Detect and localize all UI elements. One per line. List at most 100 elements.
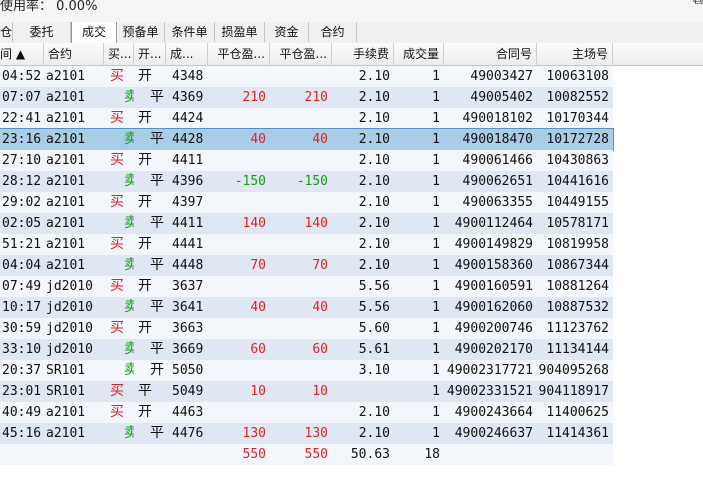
close-pnl-float-cell xyxy=(270,318,332,339)
fee-cell: 2.10 xyxy=(358,90,390,105)
time-cell: 04:04 xyxy=(2,258,42,273)
price-cell: 5050 xyxy=(172,363,204,378)
total-close-pnl-float: 550 xyxy=(304,447,328,462)
tab-contracts[interactable]: 合约 xyxy=(309,22,357,42)
time-cell: 10:17 xyxy=(2,300,42,315)
volume-cell: 1 xyxy=(432,111,440,126)
col-fee-header[interactable]: 手续费 xyxy=(332,43,394,65)
open-close-cell: 平 xyxy=(150,257,164,273)
time-cell: 02:05 xyxy=(2,216,42,231)
price-cell: 4476 xyxy=(172,426,204,441)
open-close-cell: 开 xyxy=(138,68,152,84)
table-row[interactable]: 04:52 a2101 买开 4348 2.10 1 49003427 10063108 xyxy=(0,66,703,87)
price-cell: 4411 xyxy=(172,216,204,231)
volume-cell: 1 xyxy=(432,258,440,273)
close-pnl-float-cell: 130 xyxy=(304,426,328,441)
price-cell: 4448 xyxy=(172,258,204,273)
tab-funds[interactable]: 资金 xyxy=(265,22,309,42)
open-close-cell: 开 xyxy=(138,152,152,168)
table-row[interactable]: 23:01 SR101 买平 5049 10 10 1 49002331521 90411891… xyxy=(0,381,703,402)
table-row[interactable]: 07:49 jd2010 买开 3637 5.56 1 4900160591 10881264 xyxy=(0,276,703,297)
close-pnl-float-cell: 70 xyxy=(312,258,328,273)
order-no-cell: 4900160591 xyxy=(454,279,533,294)
contract-cell: jd2010 xyxy=(46,300,93,315)
sell-cell: 卖 xyxy=(124,89,134,105)
col-pnl1-header[interactable]: 平仓盈... xyxy=(208,43,270,65)
close-pnl-cell xyxy=(208,66,270,87)
volume-cell: 1 xyxy=(432,426,440,441)
order-no-cell: 49003427 xyxy=(470,69,533,84)
table-row[interactable]: 33:10 jd2010 卖平 3669 60 60 5.61 1 4900202170 1113… xyxy=(0,339,703,360)
close-pnl-float-cell: -150 xyxy=(296,174,328,189)
close-pnl-float-cell: 40 xyxy=(312,132,328,147)
table-row[interactable]: 02:05 a2101 卖平 4411 140 140 2.10 1 4900112464 105… xyxy=(0,213,703,234)
table-row[interactable]: 27:10 a2101 买开 4411 2.10 1 490061466 10430863 xyxy=(0,150,703,171)
total-volume: 18 xyxy=(424,447,440,462)
order-no-cell: 490061466 xyxy=(462,153,533,168)
time-cell: 33:10 xyxy=(2,342,42,357)
trade-no-cell: 10578171 xyxy=(546,216,609,231)
tab-stop-orders[interactable]: 损盈单 xyxy=(215,22,265,42)
table-row[interactable]: 29:02 a2101 买开 4397 2.10 1 490063355 10449155 xyxy=(0,192,703,213)
table-row[interactable]: 20:37 SR101 卖开 5050 3.10 1 49002317721 90409526… xyxy=(0,360,703,381)
price-cell: 4428 xyxy=(172,132,204,147)
col-order-no-header[interactable]: 合同号 xyxy=(444,43,537,65)
open-close-cell: 开 xyxy=(138,236,152,252)
volume-cell: 1 xyxy=(432,342,440,357)
trade-no-cell: 10881264 xyxy=(546,279,609,294)
tab-prepared-orders[interactable]: 预备单 xyxy=(117,22,165,42)
close-pnl-float-cell xyxy=(270,276,332,297)
trade-no-cell: 10063108 xyxy=(546,69,609,84)
order-no-cell: 49002317721 xyxy=(446,363,533,378)
fee-cell: 2.10 xyxy=(358,153,390,168)
order-no-cell: 4900149829 xyxy=(454,237,533,252)
restore-window-icon[interactable]: ⧉ xyxy=(693,0,703,8)
close-pnl-float-cell xyxy=(270,150,332,171)
price-cell: 4424 xyxy=(172,111,204,126)
sell-cell xyxy=(104,108,134,129)
table-row[interactable]: 45:16 a2101 卖平 4476 130 130 2.10 1 4900246637 114… xyxy=(0,423,703,444)
table-row[interactable]: 40:49 a2101 买开 4463 2.10 1 4900243664 11400625 xyxy=(0,402,703,423)
col-contract-header[interactable]: 合约 xyxy=(44,43,104,65)
trade-no-cell: 10172728 xyxy=(546,132,609,147)
tab-trades[interactable]: 成交 xyxy=(71,22,117,43)
table-row[interactable]: 07:07 a2101 卖平 4369 210 210 2.10 1 49005402 10082… xyxy=(0,87,703,108)
open-close-cell: 平 xyxy=(138,383,152,399)
trade-no-cell: 10082552 xyxy=(546,90,609,105)
sell-cell xyxy=(104,276,134,297)
close-pnl-cell: 130 xyxy=(242,426,266,441)
time-cell: 07:49 xyxy=(2,279,42,294)
order-no-cell: 4900200746 xyxy=(454,321,533,336)
contract-cell: a2101 xyxy=(46,237,86,252)
sell-cell: 卖 xyxy=(124,299,134,315)
tab-orders[interactable]: 委托 xyxy=(13,22,71,42)
table-row[interactable]: 10:17 jd2010 卖平 3641 40 40 5.56 1 4900162060 1088… xyxy=(0,297,703,318)
close-pnl-cell xyxy=(208,276,270,297)
col-trade-no-header[interactable]: 主场号 xyxy=(537,43,613,65)
col-buysell-header[interactable]: 买... xyxy=(104,43,134,65)
volume-cell: 1 xyxy=(432,90,440,105)
table-row[interactable]: 23:16 a2101 卖平 4428 40 40 2.10 1 490018470 101727… xyxy=(0,128,703,151)
col-time-header[interactable]: 间 ▲ xyxy=(0,43,44,65)
tab-bar: 仓 委托 成交 预备单 条件单 损盈单 资金 合约 xyxy=(0,22,703,44)
trade-no-cell: 11123762 xyxy=(546,321,609,336)
time-cell: 22:41 xyxy=(2,111,42,126)
close-pnl-float-cell xyxy=(270,234,332,255)
sell-cell: 卖 xyxy=(124,341,134,357)
col-price-header[interactable]: 成... xyxy=(166,43,208,65)
table-row[interactable]: 22:41 a2101 买开 4424 2.10 1 490018102 10170344 xyxy=(0,108,703,129)
fee-cell: 2.10 xyxy=(358,195,390,210)
fee-cell: 2.10 xyxy=(358,405,390,420)
tab-positions[interactable]: 仓 xyxy=(0,22,13,42)
table-row[interactable]: 04:04 a2101 卖平 4448 70 70 2.10 1 4900158360 10867… xyxy=(0,255,703,276)
open-close-cell: 开 xyxy=(138,110,152,126)
table-row[interactable]: 51:21 a2101 买开 4441 2.10 1 4900149829 10819958 xyxy=(0,234,703,255)
col-openclose-header[interactable]: 开... xyxy=(134,43,166,65)
table-row[interactable]: 30:59 jd2010 买开 3663 5.60 1 4900200746 11123762 xyxy=(0,318,703,339)
col-volume-header[interactable]: 成交量 xyxy=(394,43,444,65)
table-row[interactable]: 28:12 a2101 卖平 4396 -150 -150 2.10 1 490062651 10… xyxy=(0,171,703,192)
tab-conditional-orders[interactable]: 条件单 xyxy=(165,22,215,42)
col-pnl2-header[interactable]: 平仓盈... xyxy=(270,43,332,65)
volume-cell: 1 xyxy=(432,300,440,315)
sell-cell: 卖 xyxy=(124,362,134,378)
